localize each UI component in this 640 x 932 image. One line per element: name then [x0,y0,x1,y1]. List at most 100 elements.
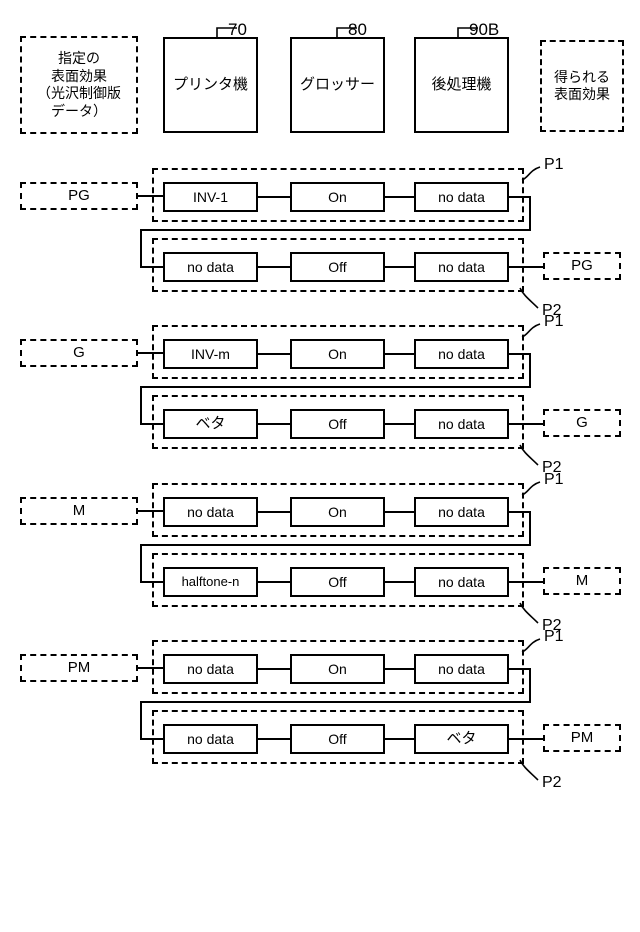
row-0-pass1-cell-2: no data [414,182,509,212]
unit-box-printer: プリンタ機 [163,37,258,133]
ref-number-printer: 70 [228,20,247,39]
row-2-pass1-cell-0: no data [163,497,258,527]
row-2-input-box: M [20,497,138,525]
row-1-pass2-cell-0: ベタ [163,409,258,439]
row-2-pass1-link-0 [258,511,290,513]
row-3-pass2-link-1 [385,738,414,740]
unit-label-post-processor: 後処理機 [431,76,492,94]
row-1-pass1-label: P1 [544,313,564,330]
row-2-pass1-link-1 [385,511,414,513]
header-input-legend-line-2: 表面効果 [51,67,107,84]
ref-number-glosser: 80 [348,20,367,39]
row-2-pass2-cell-2: no data [414,567,509,597]
row-2-pass2-cell-0-label: halftone-n [181,574,240,590]
row-2-pass1-label: P1 [544,471,564,488]
header-input-legend-line-4: データ） [51,102,107,119]
row-3-output-box: PM [543,724,621,752]
row-1-pass2-link-1 [385,423,414,425]
header-output-legend: 得られる 表面効果 [540,40,624,132]
unit-label-glosser: グロッサー [299,76,375,94]
row-1-pass2-link-0 [258,423,290,425]
row-1-pass1-cell-2-label: no data [438,345,485,362]
row-1-pass1-cell-1-label: On [328,345,347,362]
row-3-input-box: PM [20,654,138,682]
row-1-wrap-across [140,386,531,388]
row-1-output-label: G [576,413,588,431]
row-1-pass1-cell-0-label: INV-m [191,345,230,362]
row-3-output-label: PM [570,728,594,746]
row-0-pass2-cell-0-label: no data [187,258,234,275]
row-2-pass2-link-1 [385,581,414,583]
row-0-pass1-cell-1: On [290,182,385,212]
header-output-legend-line-1: 得られる [554,68,610,85]
row-0-pass1-link-0 [258,196,290,198]
row-1-input-label: G [73,343,85,361]
header-output-legend-line-2: 表面効果 [554,86,610,102]
row-3-pass1-cell-1: On [290,654,385,684]
row-3-wrap-out [509,668,531,670]
row-1-wrap-out [509,353,531,355]
row-0-output-label: PG [571,256,593,274]
row-0-wrap-down-right [529,196,531,230]
row-1-pass2-cell-2-label: no data [438,415,485,432]
row-2-pass2-cell-1-label: Off [328,573,347,590]
header-input-legend-line-3: （光沢制御版 [37,85,121,101]
row-3-pass1-label: P1 [544,628,564,645]
row-3-pass2-cell-2-label: ベタ [446,730,477,748]
row-0-pass1-cell-0: INV-1 [163,182,258,212]
row-3-pass2-label: P2 [542,774,562,791]
row-0-wrap-out [509,196,531,198]
row-0-pass2-link-0 [258,266,290,268]
row-1-pass2-cell-1-label: Off [328,415,347,432]
row-0-pass2-cell-1-label: Off [328,258,347,275]
row-2-wrap-across [140,544,531,546]
row-3-pass1-cell-2: no data [414,654,509,684]
row-3-pass2-cell-0-label: no data [187,730,234,747]
row-2-wrap-out [509,511,531,513]
row-0-pass1-label: P1 [544,156,564,173]
row-3-wrap-down-right [529,668,531,702]
row-2-pass1-cell-1: On [290,497,385,527]
row-0-input-label: PG [68,186,90,204]
row-1-pass1-cell-1: On [290,339,385,369]
row-0-pass1-cell-0-label: INV-1 [192,188,228,205]
row-0-pass2-cell-1: Off [290,252,385,282]
row-2-output-connector [509,581,543,583]
row-3-pass1-cell-2-label: no data [438,660,485,677]
row-1-output-connector [509,423,543,425]
row-2-pass2-cell-2-label: no data [438,573,485,590]
row-3-wrap-across [140,701,531,703]
row-0-pass2-cell-0: no data [163,252,258,282]
row-1-pass1-cell-2: no data [414,339,509,369]
row-0-pass2-cell-2-label: no data [438,258,485,275]
row-2-output-box: M [543,567,621,595]
row-1-pass2-cell-1: Off [290,409,385,439]
row-0-wrap-down-left [140,229,142,267]
row-3-output-connector [509,738,543,740]
row-2-wrap-down-left [140,544,142,582]
row-0-pass1-cell-2-label: no data [438,188,485,205]
row-0-output-connector [509,266,543,268]
row-0-pass1-link-1 [385,196,414,198]
row-0-pass2-cell-2: no data [414,252,509,282]
row-3-pass2-cell-1-label: Off [328,730,347,747]
row-2-pass2-cell-0: halftone-n [163,567,258,597]
row-1-pass2-cell-0-label: ベタ [195,415,226,433]
ref-number-post-processor: 90B [469,20,500,39]
row-3-wrap-down-left [140,701,142,739]
row-1-pass1-link-0 [258,353,290,355]
row-3-pass2-link-0 [258,738,290,740]
row-2-pass1-cell-1-label: On [328,503,347,520]
row-3-pass2-cell-0: no data [163,724,258,754]
row-3-pass2-cell-2: ベタ [414,724,509,754]
row-3-pass2-cell-1: Off [290,724,385,754]
unit-box-post-processor: 後処理機 [414,37,509,133]
row-2-wrap-down-right [529,511,531,545]
row-2-pass2-cell-1: Off [290,567,385,597]
row-2-pass2-link-0 [258,581,290,583]
row-0-pass2-link-1 [385,266,414,268]
row-0-pass1-cell-1-label: On [328,188,347,205]
row-1-wrap-down-right [529,353,531,387]
row-3-input-label: PM [67,658,91,676]
row-2-pass1-cell-2: no data [414,497,509,527]
